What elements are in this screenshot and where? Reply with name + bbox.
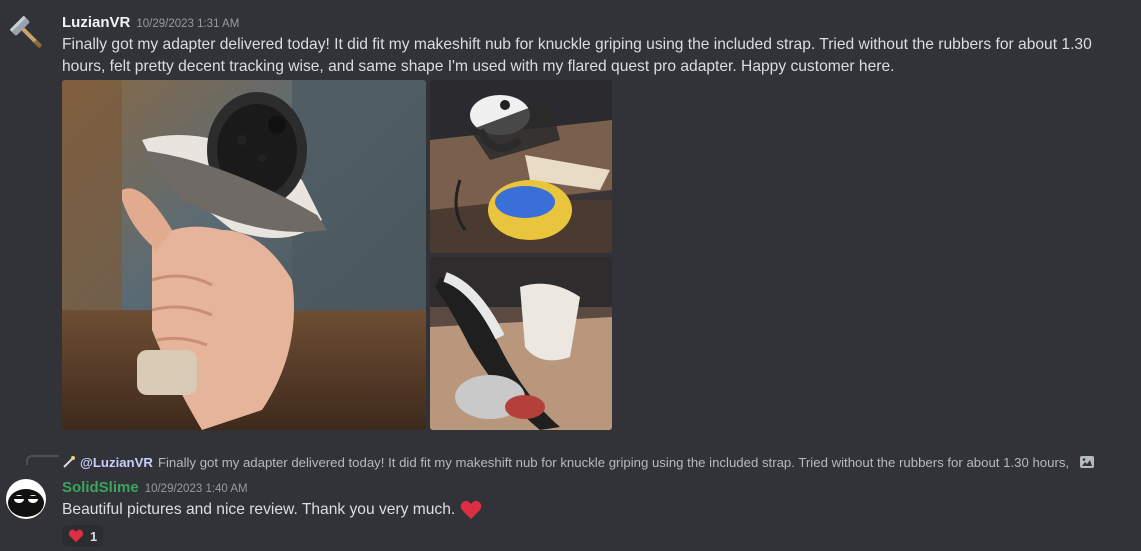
reply-connector [26, 455, 59, 465]
photo-controller-on-desk[interactable] [430, 80, 612, 253]
reaction-heart[interactable]: 1 [62, 525, 104, 547]
photo-hand-holding-controller[interactable] [62, 80, 426, 430]
message-text: Finally got my adapter delivered today! … [62, 36, 1092, 75]
slime-avatar-icon [8, 489, 44, 517]
photo-adapter-side-view[interactable] [430, 257, 612, 430]
hammer-avatar-icon [10, 16, 42, 48]
message-solidslime: SolidSlime 10/29/2023 1:40 AM Beautiful … [0, 476, 1141, 551]
timestamp[interactable]: 10/29/2023 1:31 AM [136, 18, 239, 30]
avatar-luzianvr[interactable] [8, 14, 48, 54]
reply-text[interactable]: Finally got my adapter delivered today! … [158, 455, 1069, 470]
reply-preview[interactable]: @LuzianVR Finally got my adapter deliver… [62, 454, 1095, 470]
message-luzianvr: LuzianVR 10/29/2023 1:31 AM Finally got … [0, 0, 1141, 440]
heart-emoji [460, 500, 482, 520]
timestamp[interactable]: 10/29/2023 1:40 AM [145, 483, 248, 495]
heart-emoji [68, 529, 84, 543]
image-attachment-icon [1079, 454, 1095, 470]
reaction-count: 1 [90, 528, 98, 544]
message-text: Beautiful pictures and nice review. Than… [62, 499, 1092, 521]
message-text-body: Beautiful pictures and nice review. Than… [62, 501, 456, 518]
username-luzianvr[interactable]: LuzianVR [62, 14, 130, 31]
avatar-solidslime[interactable] [6, 479, 46, 519]
username-solidslime[interactable]: SolidSlime [62, 479, 139, 496]
reply-mention[interactable]: @LuzianVR [80, 455, 153, 470]
wand-icon [62, 455, 76, 469]
